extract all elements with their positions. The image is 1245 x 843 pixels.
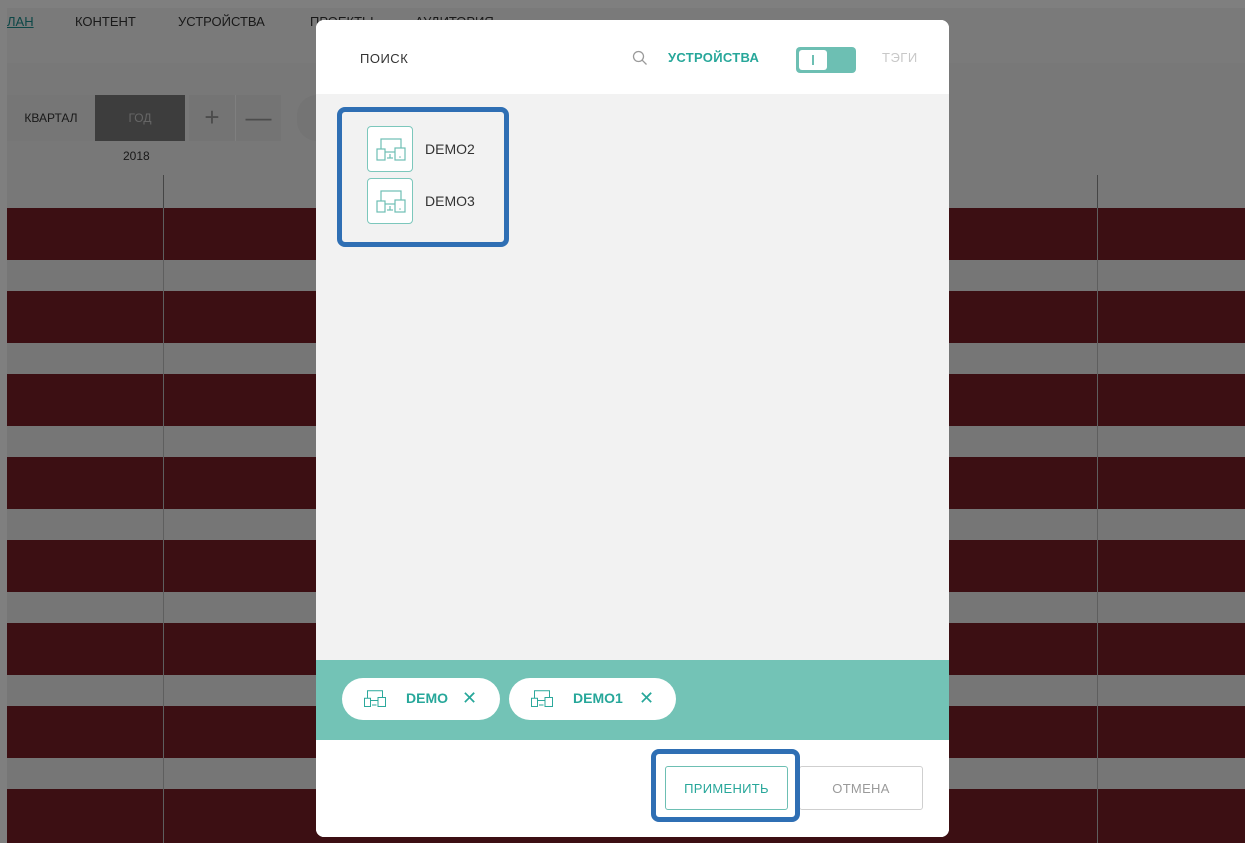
- search-icon[interactable]: [632, 50, 648, 66]
- cancel-button[interactable]: ОТМЕНА: [799, 766, 923, 810]
- tab-devices[interactable]: УСТРОЙСТВА: [668, 50, 759, 65]
- device-group-icon: [364, 690, 386, 707]
- dialog-footer: ПРИМЕНИТЬ ОТМЕНА: [316, 740, 949, 837]
- remove-chip-close-icon[interactable]: ✕: [639, 688, 654, 709]
- tab-tags[interactable]: ТЭГИ: [882, 50, 918, 65]
- selected-devices-bar: DEMO ✕ DEMO1 ✕: [316, 660, 949, 740]
- selected-device-chip[interactable]: DEMO ✕: [342, 678, 500, 720]
- search-input[interactable]: ПОИСК: [360, 51, 408, 66]
- selected-device-label: DEMO: [406, 690, 448, 706]
- remove-chip-close-icon[interactable]: ✕: [462, 688, 477, 709]
- results-highlight-box: [337, 107, 509, 247]
- app-page: ЛАН КОНТЕНТ УСТРОЙСТВА ПРОЕКТЫ АУДИТОРИЯ…: [0, 0, 1245, 843]
- device-group-icon: [531, 690, 553, 707]
- selected-device-label: DEMO1: [573, 690, 623, 706]
- dialog-header: ПОИСК УСТРОЙСТВА ТЭГИ: [316, 20, 949, 94]
- toggle-knob: [799, 50, 827, 70]
- devices-tags-toggle[interactable]: [796, 47, 856, 73]
- selected-device-chip[interactable]: DEMO1 ✕: [509, 678, 676, 720]
- apply-highlight-box: [651, 749, 800, 822]
